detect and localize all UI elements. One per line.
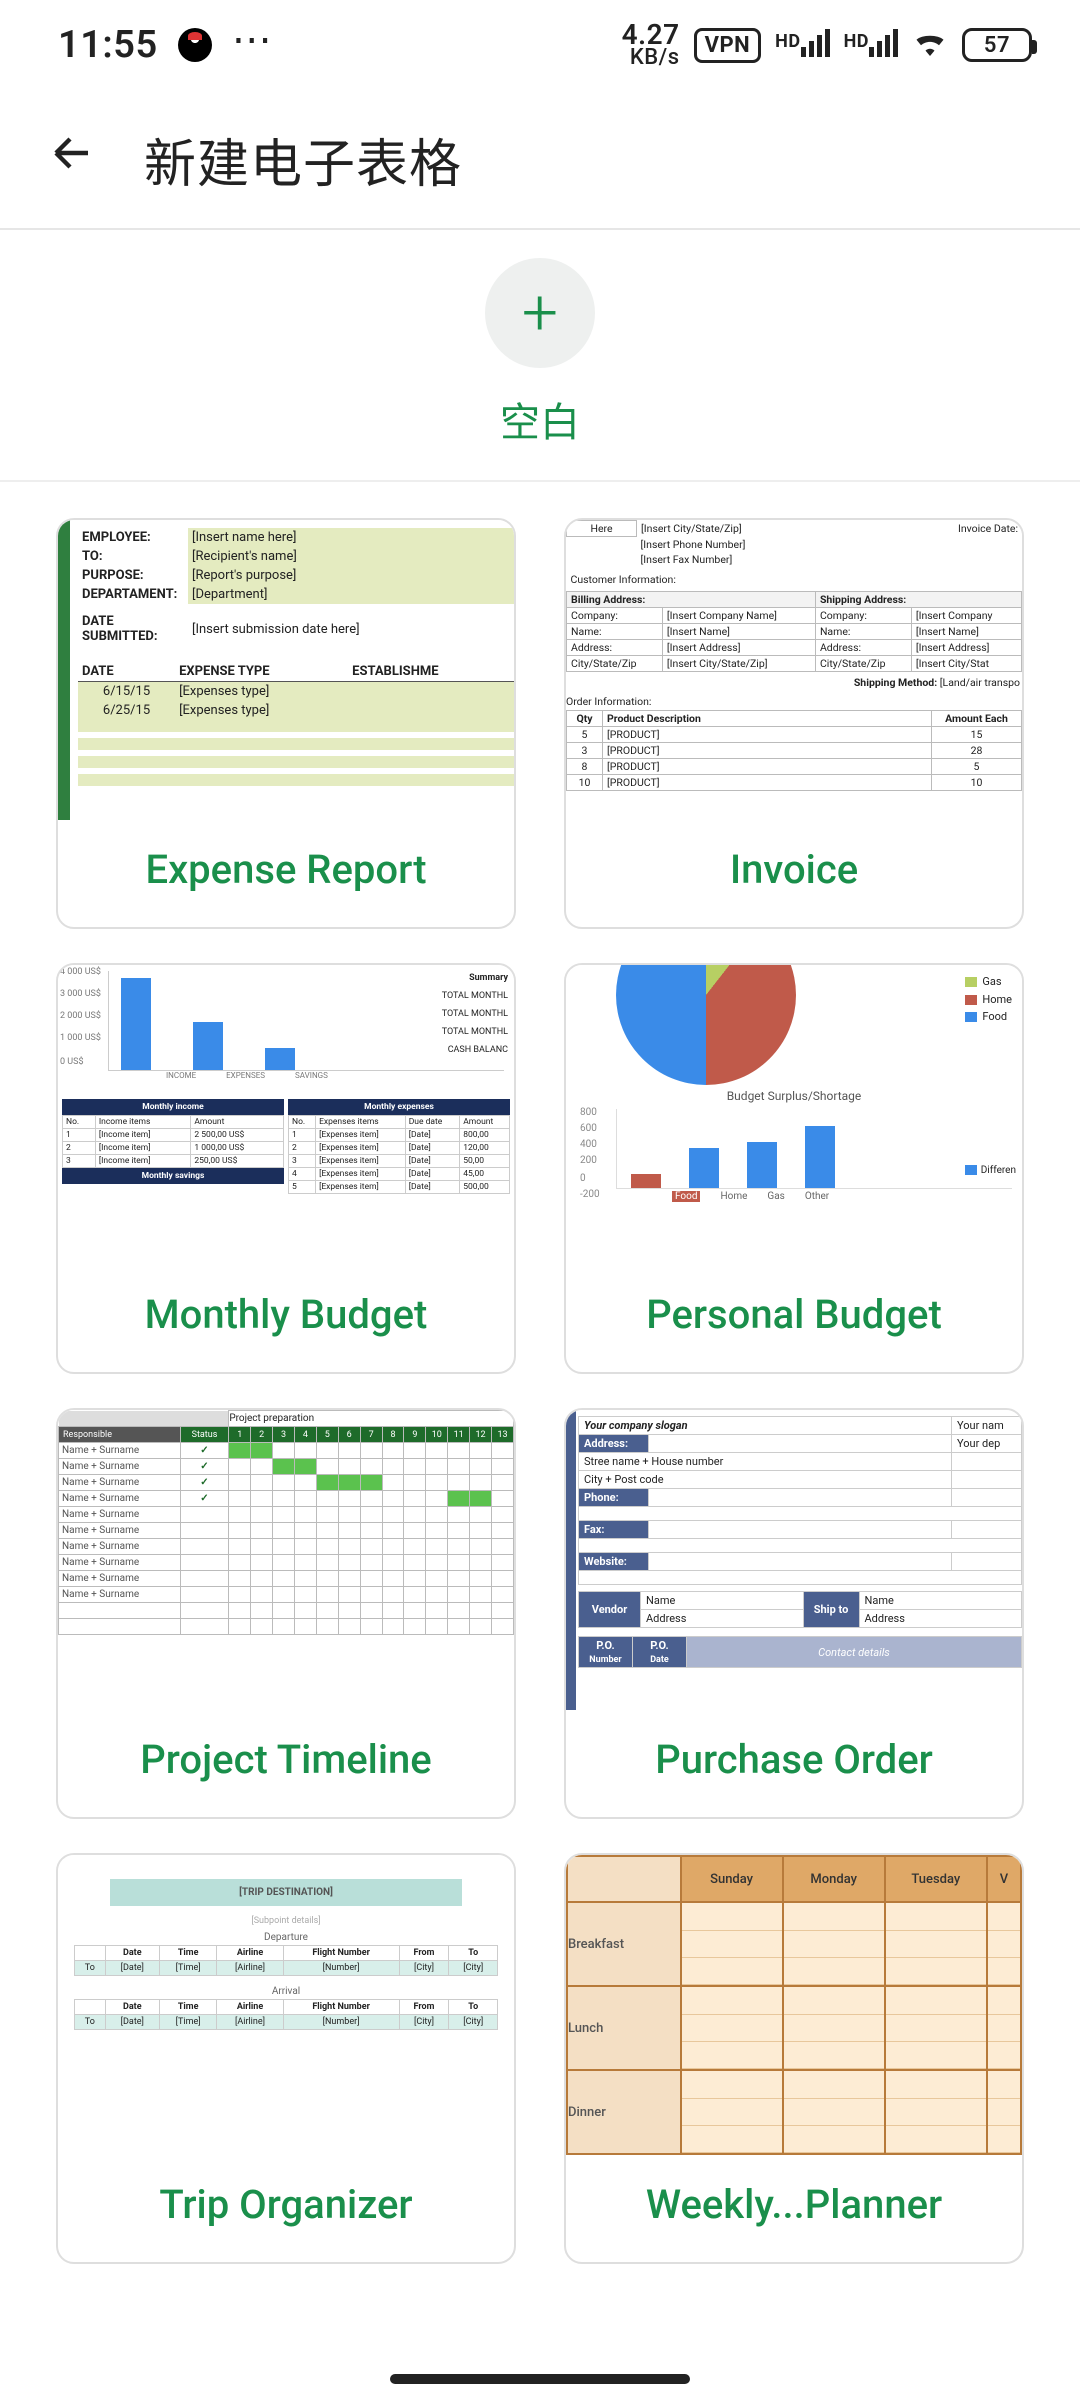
thumb-personal: Gas Home Food Budget Surplus/Shortage 80… <box>566 965 1022 1265</box>
status-bar: 11:55 ⋯ 4.27 KB/s VPN HD HD 57 <box>0 0 1080 90</box>
template-grid: EMPLOYEE:[Insert name here] TO:[Recipien… <box>0 482 1080 2324</box>
page-title: 新建电子表格 <box>144 122 462 197</box>
template-monthly-budget[interactable]: 4 000 US$ 3 000 US$ 2 000 US$ 1 000 US$ … <box>56 963 516 1374</box>
blank-template-section: + 空白 <box>0 230 1080 482</box>
template-label: Personal Budget <box>566 1265 1022 1372</box>
template-purchase-order[interactable]: Your company sloganYour nam Address:Your… <box>564 1408 1024 1819</box>
vpn-badge: VPN <box>694 28 762 63</box>
thumb-timeline: Project preparation ResponsibleStatus 12… <box>58 1410 514 1710</box>
template-label: Monthly Budget <box>58 1265 514 1372</box>
template-expense-report[interactable]: EMPLOYEE:[Insert name here] TO:[Recipien… <box>56 518 516 929</box>
template-personal-budget[interactable]: Gas Home Food Budget Surplus/Shortage 80… <box>564 963 1024 1374</box>
qq-icon <box>178 28 212 62</box>
thumb-purchase: Your company sloganYour nam Address:Your… <box>566 1410 1022 1710</box>
template-label: Weekly...Planner <box>566 2155 1022 2262</box>
thumb-monthly: 4 000 US$ 3 000 US$ 2 000 US$ 1 000 US$ … <box>58 965 514 1265</box>
template-label: Purchase Order <box>566 1710 1022 1817</box>
thumb-weekly: Sunday Monday Tuesday V Breakfast Lunch … <box>566 1855 1022 2155</box>
more-icon: ⋯ <box>232 16 274 63</box>
home-indicator <box>390 2374 690 2384</box>
wifi-icon <box>912 25 948 65</box>
thumb-invoice: Here[Insert City/State/Zip]Invoice Date:… <box>566 520 1022 820</box>
battery-icon: 57 <box>962 28 1032 62</box>
template-label: Trip Organizer <box>58 2155 514 2262</box>
template-label: Project Timeline <box>58 1710 514 1817</box>
template-trip-organizer[interactable]: [TRIP DESTINATION] [Subpoint details] De… <box>56 1853 516 2264</box>
new-blank-button[interactable]: + <box>485 258 595 368</box>
blank-label: 空白 <box>500 390 580 448</box>
signal-1: HD <box>775 27 829 64</box>
template-weekly-planner[interactable]: Sunday Monday Tuesday V Breakfast Lunch … <box>564 1853 1024 2264</box>
net-speed: 4.27 KB/s <box>622 22 680 68</box>
status-time: 11:55 <box>58 23 158 67</box>
signal-2: HD <box>844 27 898 64</box>
template-project-timeline[interactable]: Project preparation ResponsibleStatus 12… <box>56 1408 516 1819</box>
title-bar: 新建电子表格 <box>0 90 1080 230</box>
thumb-trip: [TRIP DESTINATION] [Subpoint details] De… <box>58 1855 514 2155</box>
template-invoice[interactable]: Here[Insert City/State/Zip]Invoice Date:… <box>564 518 1024 929</box>
back-button[interactable] <box>48 129 96 190</box>
template-label: Invoice <box>566 820 1022 927</box>
template-label: Expense Report <box>58 820 514 927</box>
thumb-expense: EMPLOYEE:[Insert name here] TO:[Recipien… <box>58 520 514 820</box>
